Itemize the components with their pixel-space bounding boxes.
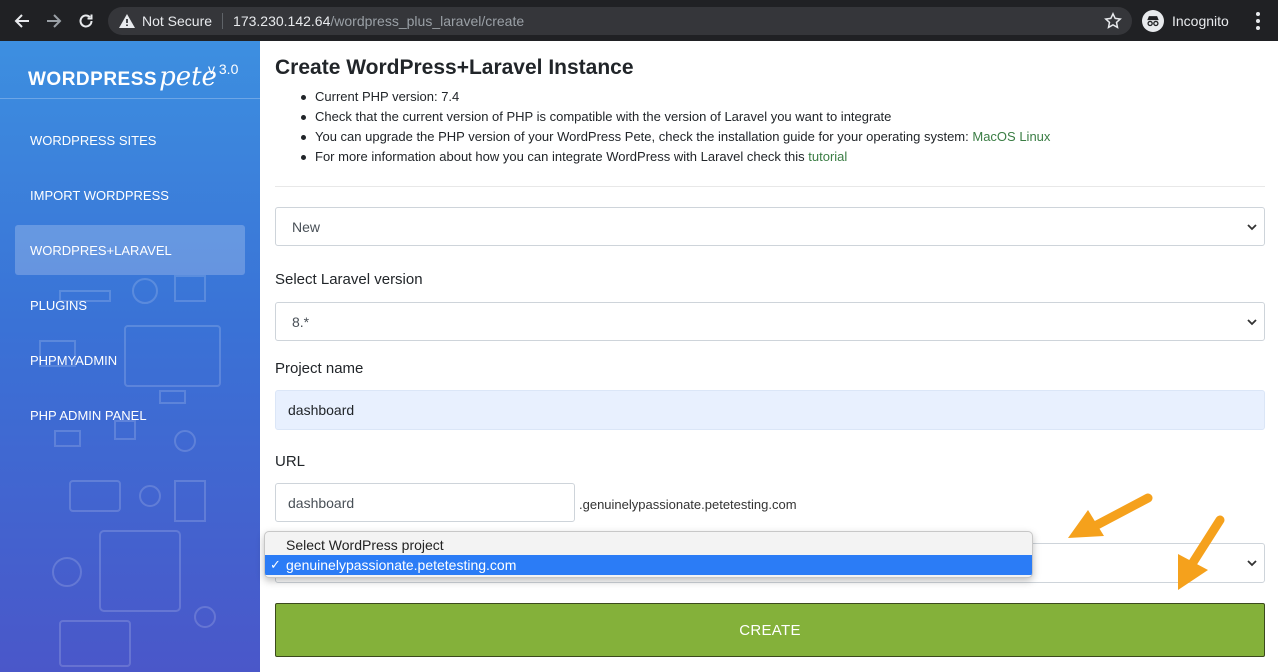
forward-icon[interactable] (38, 5, 70, 37)
annotation-arrow-icon (1068, 493, 1153, 538)
brand-wordpress: WORDPRESS (28, 69, 158, 90)
sidebar-item-phpmyadmin[interactable]: PHPMYADMIN (15, 335, 245, 385)
sidebar-item-label: WORDPRESS SITES (30, 132, 157, 148)
checkmark-icon: ✓ (270, 557, 281, 572)
annotation-arrow-icon (1178, 515, 1225, 590)
sidebar-item-label: PHP ADMIN PANEL (30, 407, 147, 423)
browser-menu-icon[interactable] (1250, 10, 1266, 32)
brand-divider (0, 98, 260, 99)
info-more: For more information about how you can i… (275, 147, 1050, 167)
chevron-down-icon (1247, 560, 1257, 567)
brand-logo[interactable]: WORDPRESS pete (28, 55, 217, 91)
address-bar[interactable]: Not Secure 173.230.142.64/wordpress_plus… (108, 7, 1132, 35)
dropdown-option-label: genuinelypassionate.petetesting.com (286, 557, 517, 573)
url-domain-suffix: .genuinelypassionate.petetesting.com (579, 497, 797, 512)
bookmark-star-icon[interactable] (1104, 12, 1122, 30)
incognito-label: Incognito (1172, 13, 1229, 29)
sidebar-item-label: IMPORT WORDPRESS (30, 187, 169, 203)
app-version: v 3.0 (208, 61, 239, 77)
incognito-icon (1142, 10, 1164, 32)
laravel-version-select[interactable]: 8.* (275, 302, 1265, 341)
sidebar: WORDPRESS pete v 3.0 WORDPRESS SITES IMPO… (0, 41, 260, 672)
info-upgrade-text: You can upgrade the PHP version of your … (315, 129, 973, 144)
info-compat: Check that the current version of PHP is… (275, 107, 1050, 127)
sidebar-item-label: PLUGINS (30, 297, 88, 313)
dropdown-option-selected[interactable]: ✓ genuinelypassionate.petetesting.com (265, 555, 1032, 575)
create-button[interactable]: CREATE (275, 603, 1265, 657)
link-linux[interactable]: Linux (1019, 129, 1050, 144)
sidebar-item-label: WORDPRES+LARAVEL (30, 242, 172, 258)
omnibox-divider (222, 13, 224, 29)
url-input-value: dashboard (288, 494, 355, 511)
project-name-label: Project name (275, 360, 364, 377)
chevron-down-icon (1247, 319, 1257, 326)
project-name-value: dashboard (288, 402, 355, 418)
url-label: URL (275, 453, 306, 470)
link-tutorial[interactable]: tutorial (808, 149, 847, 164)
chevron-down-icon (1247, 224, 1257, 231)
laravel-version-value: 8.* (292, 313, 310, 330)
sidebar-item-import-wordpress[interactable]: IMPORT WORDPRESS (15, 170, 245, 220)
warning-icon (119, 14, 135, 28)
security-label[interactable]: Not Secure (142, 13, 212, 29)
mode-select-value: New (292, 218, 321, 235)
sidebar-item-php-admin-panel[interactable]: PHP ADMIN PANEL (15, 390, 245, 440)
incognito-indicator[interactable]: Incognito (1142, 8, 1242, 34)
browser-toolbar: Not Secure 173.230.142.64/wordpress_plus… (0, 0, 1278, 41)
project-name-input[interactable]: dashboard (275, 390, 1265, 430)
page-title: Create WordPress+Laravel Instance (275, 56, 634, 79)
info-upgrade: You can upgrade the PHP version of your … (275, 127, 1050, 147)
info-more-text: For more information about how you can i… (315, 149, 809, 164)
url-input[interactable]: dashboard (275, 483, 575, 522)
sidebar-item-wordpress-laravel[interactable]: WORDPRES+LARAVEL (15, 225, 245, 275)
mode-select[interactable]: New (275, 207, 1265, 246)
wordpress-project-dropdown: Select WordPress project ✓ genuinelypassi… (264, 531, 1033, 578)
sidebar-item-label: PHPMYADMIN (30, 352, 118, 368)
sidebar-item-wordpress-sites[interactable]: WORDPRESS SITES (15, 115, 245, 165)
reload-icon[interactable] (70, 5, 102, 37)
section-divider (275, 186, 1265, 187)
url-host: 173.230.142.64 (233, 13, 331, 29)
info-list: Current PHP version: 7.4 Check that the … (275, 87, 1050, 167)
link-macos[interactable]: MacOS (972, 129, 1015, 144)
info-php-version: Current PHP version: 7.4 (275, 87, 1050, 107)
laravel-version-label: Select Laravel version (275, 271, 423, 288)
sidebar-item-plugins[interactable]: PLUGINS (15, 280, 245, 330)
back-icon[interactable] (6, 5, 38, 37)
url-path: /wordpress_plus_laravel/create (330, 13, 525, 29)
dropdown-option[interactable]: Select WordPress project (265, 535, 1032, 555)
